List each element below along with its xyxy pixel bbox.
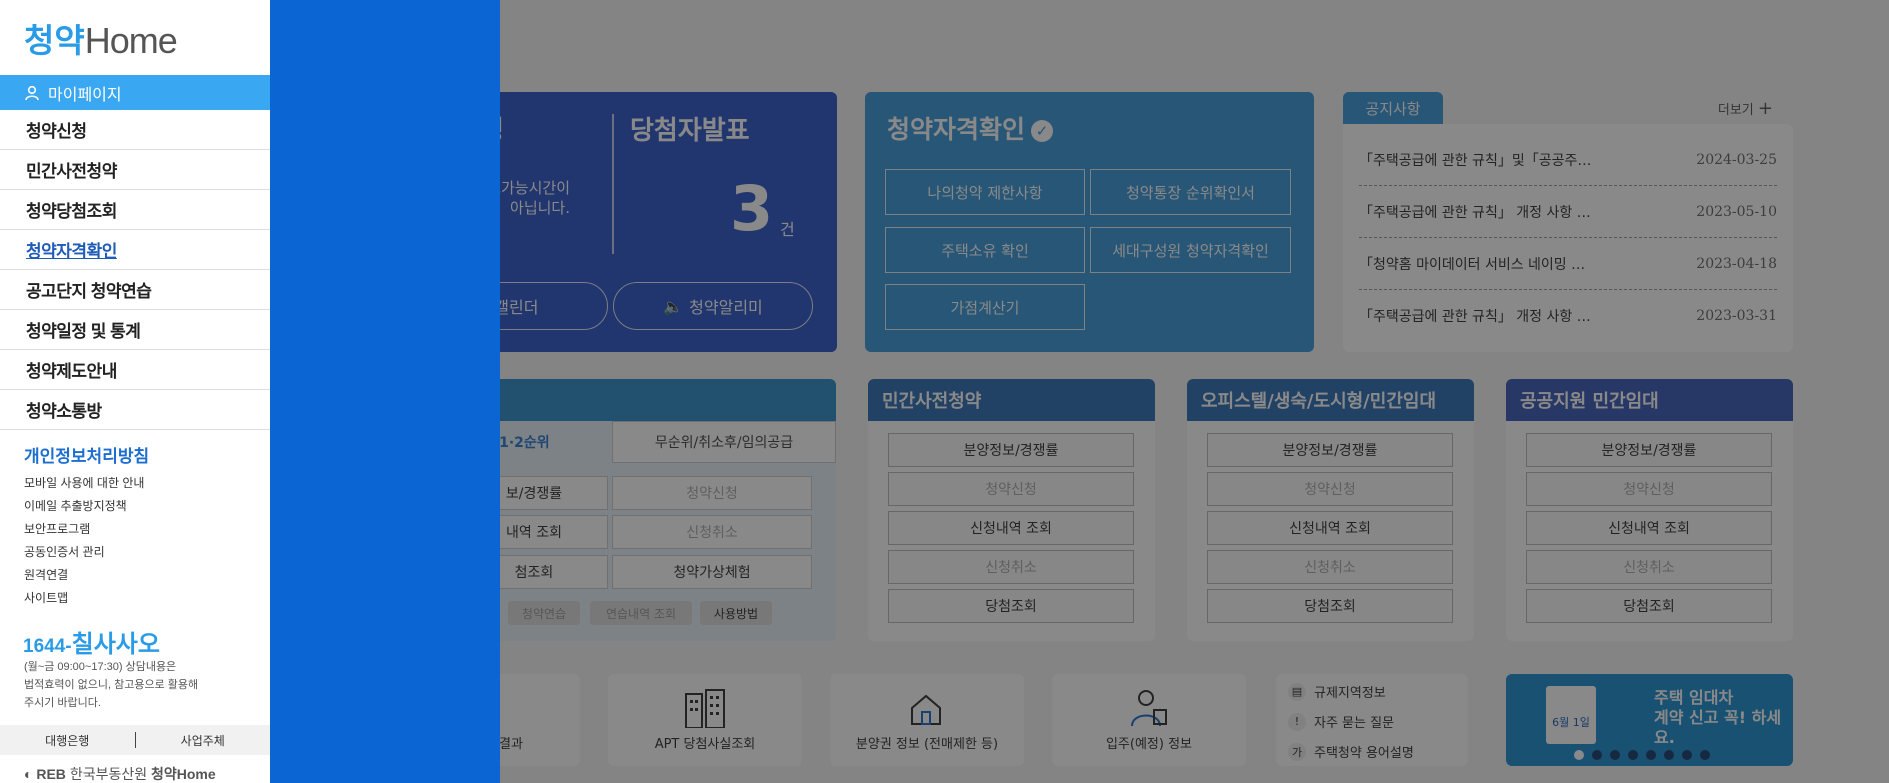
drawer-links: 모바일 사용에 대한 안내 이메일 추출방지정책 보안프로그램 공동인증서 관리… <box>24 472 144 610</box>
footer-org: 한국부동산원 <box>69 766 148 782</box>
footer-logo: ◐ REB 한국부동산원 청약Home <box>24 764 216 783</box>
link-email-policy[interactable]: 이메일 추출방지정책 <box>24 495 144 518</box>
footer-site-name: 청약Home <box>150 766 216 782</box>
drawer-bottom-bar: 대행은행 사업주체 <box>0 725 270 755</box>
menu-item-win-check[interactable]: 청약당첨조회 <box>0 190 270 230</box>
menu-item-system-guide[interactable]: 청약제도안내 <box>0 350 270 390</box>
mypage-button[interactable]: 마이페이지 <box>0 75 270 110</box>
mypage-label: 마이페이지 <box>48 86 122 104</box>
link-security-program[interactable]: 보안프로그램 <box>24 518 144 541</box>
hours-line: 법적효력이 없으니, 참고용으로 활용해 <box>24 679 199 691</box>
site-logo[interactable]: 청약 Home <box>24 20 178 62</box>
phone-suffix: 칠사사오 <box>71 631 160 658</box>
menu-item-practice[interactable]: 공고단지 청약연습 <box>0 270 270 310</box>
reb-logo-icon: ◐ <box>24 766 33 782</box>
person-icon <box>25 85 39 100</box>
drawer-menu: 청약신청 민간사전청약 청약당첨조회 청약자격확인 공고단지 청약연습 청약일정… <box>0 110 270 430</box>
agency-bank-link[interactable]: 대행은행 <box>0 732 135 749</box>
menu-item-pre-subscription[interactable]: 민간사전청약 <box>0 150 270 190</box>
link-sitemap[interactable]: 사이트맵 <box>24 587 144 610</box>
hours-line: 주시기 바랍니다. <box>24 697 101 709</box>
side-drawer: 청약 Home 마이페이지 청약신청 민간사전청약 청약당첨조회 청약자격확인 공… <box>0 0 270 783</box>
menu-item-community[interactable]: 청약소통방 <box>0 390 270 430</box>
business-entity-link[interactable]: 사업주체 <box>136 732 271 749</box>
hours-line: (월~금 09:00~17:30) 상담내용은 <box>24 661 177 673</box>
footer-brand: REB <box>36 766 66 782</box>
link-mobile-guide[interactable]: 모바일 사용에 대한 안내 <box>24 472 144 495</box>
privacy-policy-link[interactable]: 개인정보처리방침 <box>24 442 149 467</box>
link-certificate[interactable]: 공동인증서 관리 <box>24 541 144 564</box>
drawer-blue-panel <box>270 0 500 783</box>
logo-part2: Home <box>84 20 178 61</box>
logo-part1: 청약 <box>24 21 85 60</box>
menu-item-schedule-stats[interactable]: 청약일정 및 통계 <box>0 310 270 350</box>
link-remote[interactable]: 원격연결 <box>24 564 144 587</box>
call-center-number: 1644-칠사사오 <box>23 624 160 659</box>
phone-prefix: 1644- <box>23 636 72 657</box>
menu-item-eligibility[interactable]: 청약자격확인 <box>0 230 270 270</box>
menu-item-apply[interactable]: 청약신청 <box>0 110 270 150</box>
call-center-hours: (월~금 09:00~17:30) 상담내용은 법적효력이 없으니, 참고용으로… <box>24 658 198 712</box>
